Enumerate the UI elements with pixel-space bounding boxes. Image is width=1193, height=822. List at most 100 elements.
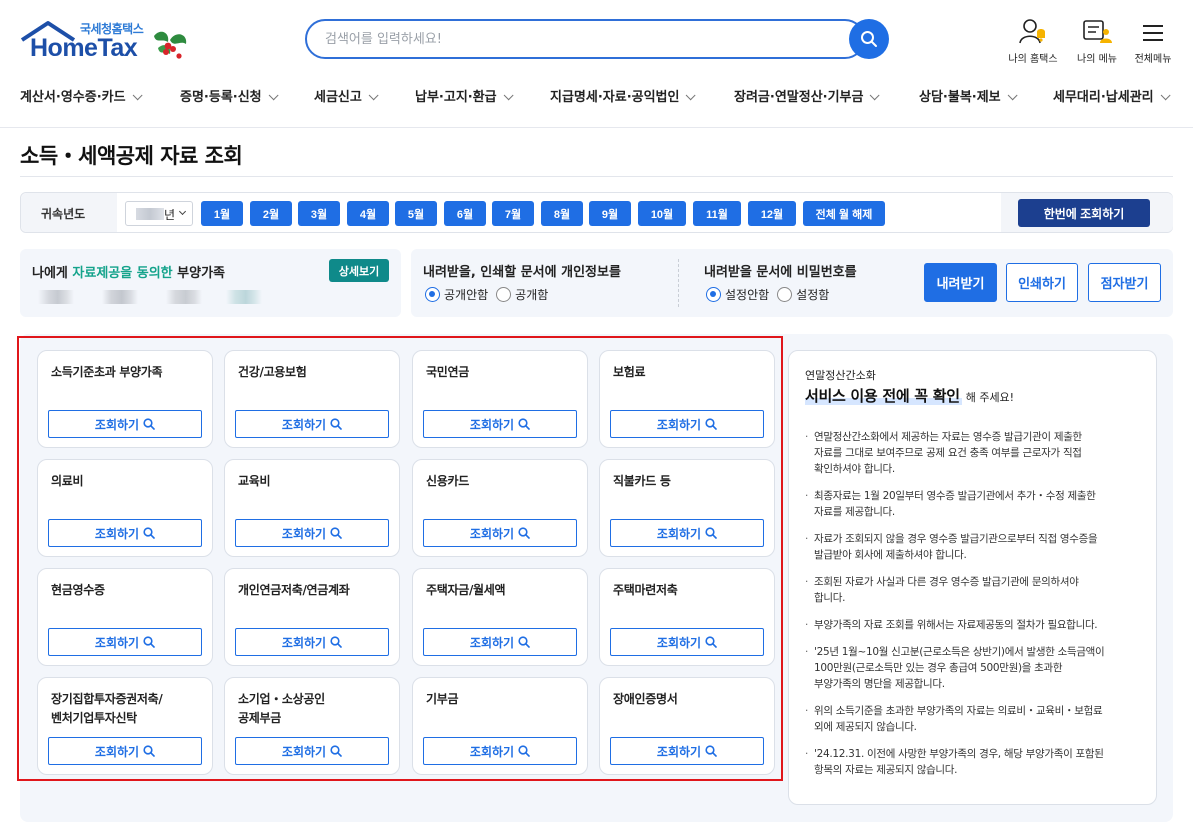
nav-item-label: 지급명세·자료·공익법인 [550, 90, 680, 105]
year-label: 귀속년도 [41, 207, 86, 221]
chevron-down-icon [1160, 90, 1171, 101]
month-button[interactable]: 11월 [693, 201, 741, 226]
chevron-down-icon [1007, 90, 1018, 101]
search-input[interactable] [325, 21, 845, 57]
nav-item-tax-filing[interactable]: 세금신고 [314, 86, 379, 105]
month-button[interactable]: 12월 [748, 201, 796, 226]
radio-password-off[interactable]: 설정안함 [706, 286, 769, 303]
month-button[interactable]: 5월 [395, 201, 437, 226]
radio-unselected[interactable] [496, 287, 512, 302]
download-button[interactable]: 내려받기 [924, 263, 997, 302]
radio-personal-hide[interactable]: 공개안함 [425, 286, 488, 303]
notice-list: 연말정산간소화에서 제공하는 자료는 영수증 발급기관이 제출한 자료를 그대로… [805, 429, 1145, 789]
nav-item-label: 상담·불복·제보 [919, 90, 1001, 105]
my-hometax-icon [1019, 19, 1045, 44]
clear-all-months-button[interactable]: 전체 월 해제 [803, 201, 885, 226]
radio-personal-show[interactable]: 공개함 [496, 286, 548, 303]
month-button[interactable]: 7월 [492, 201, 534, 226]
document-options-panel: 내려받을, 인쇄할 문서에 개인정보를 공개안함 공개함 내려받을 문서에 비밀… [411, 249, 1173, 317]
notice-subtitle: 연말정산간소화 [805, 369, 876, 382]
notice-item: '24.12.31. 이전에 사망한 부양가족의 경우, 해당 부양가족이 포함… [805, 746, 1145, 778]
notice-item: 최종자료는 1월 20일부터 영수증 발급기관에서 추가・수정 제출한 자료를 … [805, 488, 1145, 520]
notice-heading-tail: 해 주세요! [965, 391, 1015, 404]
chevron-down-icon [132, 90, 143, 101]
radio-selected[interactable] [425, 287, 440, 302]
personal-info-title: 내려받을, 인쇄할 문서에 개인정보를 [423, 265, 621, 280]
notice-panel: 연말정산간소화 서비스 이용 전에 꼭 확인해 주세요! 연말정산간소화에서 제… [788, 350, 1157, 805]
personal-info-radio-group: 공개안함 공개함 [425, 286, 556, 303]
masked-dependent[interactable] [226, 290, 262, 304]
full-menu-label: 전체메뉴 [1134, 54, 1172, 65]
dependents-title: 나에게 자료제공을 동의한 부양가족 [32, 266, 225, 281]
nav-item-year-end[interactable]: 장려금·연말정산·기부금 [734, 86, 881, 105]
radio-unselected[interactable] [777, 287, 793, 302]
month-button[interactable]: 9월 [589, 201, 631, 226]
detail-view-button[interactable]: 상세보기 [329, 259, 389, 282]
chevron-down-icon [686, 90, 697, 101]
my-hometax-label: 나의 홈택스 [1008, 54, 1058, 65]
nav-item-tax-agent[interactable]: 세무대리·납세관리 [1053, 86, 1171, 105]
masked-dependent[interactable] [102, 290, 138, 304]
notice-heading-main: 서비스 이용 전에 꼭 확인 [805, 387, 962, 405]
nav-item-label: 장려금·연말정산·기부금 [734, 90, 864, 105]
search-button[interactable] [849, 19, 889, 59]
consent-highlight: 자료제공을 동의한 [72, 266, 173, 281]
chevron-down-icon [503, 90, 514, 101]
braille-button[interactable]: 점자받기 [1088, 263, 1161, 302]
radio-selected[interactable] [706, 287, 721, 302]
nav-item-label: 증명·등록·신청 [180, 90, 262, 105]
chevron-down-icon [268, 90, 279, 101]
nav-item-invoice[interactable]: 계산서·영수증·카드 [20, 86, 143, 105]
chevron-down-icon [178, 207, 187, 216]
options-divider [678, 259, 679, 307]
chevron-down-icon [368, 90, 379, 101]
site-header: 국세청홈택스 HomeTax 검색어를 입력하세요! 나의 홈택스 나의 메뉴 … [0, 0, 1193, 128]
month-button[interactable]: 10월 [638, 201, 686, 226]
notice-item: '25년 1월~10월 신고분(근로소득은 상반기)에서 발생한 소득금액이 1… [805, 644, 1145, 692]
global-search [305, 19, 889, 59]
holly-decoration-icon [154, 31, 187, 59]
month-button[interactable]: 1월 [201, 201, 243, 226]
nav-item-label: 세금신고 [314, 90, 362, 105]
masked-year [136, 208, 164, 220]
notice-heading: 서비스 이용 전에 꼭 확인 해 주세요! [805, 385, 1014, 406]
radio-password-on[interactable]: 설정함 [777, 286, 829, 303]
masked-dependent[interactable] [38, 290, 74, 304]
search-box [305, 19, 865, 59]
chevron-down-icon [870, 90, 881, 101]
my-hometax-link[interactable]: 나의 홈택스 [1003, 16, 1063, 65]
nav-item-consult[interactable]: 상담·불복·제보 [919, 86, 1018, 105]
month-button[interactable]: 8월 [541, 201, 583, 226]
nav-item-certificate[interactable]: 증명·등록·신청 [180, 86, 279, 105]
highlight-frame [17, 336, 783, 781]
notice-item: 자료가 조회되지 않을 경우 영수증 발급기관으로부터 직접 영수증을 발급받아… [805, 531, 1145, 563]
notice-item: 위의 소득기준을 초과한 부양가족의 자료는 의료비・교육비・보험료 외에 제공… [805, 703, 1145, 735]
search-icon [861, 31, 877, 47]
nav-item-label: 계산서·영수증·카드 [20, 90, 126, 105]
title-divider [20, 176, 1173, 177]
hometax-logo[interactable]: 국세청홈택스 HomeTax [20, 18, 190, 68]
page-title: 소득・세액공제 자료 조회 [20, 144, 243, 168]
query-all-button[interactable]: 한번에 조회하기 [1018, 199, 1150, 227]
my-menu-link[interactable]: 나의 메뉴 [1067, 16, 1127, 65]
month-button[interactable]: 2월 [250, 201, 292, 226]
password-radio-group: 설정안함 설정함 [706, 286, 837, 303]
month-button[interactable]: 6월 [444, 201, 486, 226]
print-button[interactable]: 인쇄하기 [1006, 263, 1078, 302]
notice-item: 부양가족의 자료 조회를 위해서는 자료제공동의 절차가 필요합니다. [805, 617, 1145, 633]
month-filter-bar: 귀속년도 년 1월 2월 3월 4월 5월 6월 7월 8월 9월 10월 11… [20, 192, 1173, 233]
month-button[interactable]: 4월 [347, 201, 389, 226]
my-menu-icon [1083, 20, 1112, 43]
notice-item: 조회된 자료가 사실과 다른 경우 영수증 발급기관에 문의하셔야 합니다. [805, 574, 1145, 606]
notice-item: 연말정산간소화에서 제공하는 자료는 영수증 발급기관이 제출한 자료를 그대로… [805, 429, 1145, 477]
nav-item-label: 세무대리·납세관리 [1053, 90, 1154, 105]
nav-item-payment[interactable]: 납부·고지·환급 [415, 86, 514, 105]
year-suffix: 년 [164, 208, 176, 222]
nav-item-statements[interactable]: 지급명세·자료·공익법인 [550, 86, 697, 105]
hamburger-menu-icon [1143, 25, 1163, 41]
full-menu-link[interactable]: 전체메뉴 [1123, 16, 1183, 65]
main-navigation: 계산서·영수증·카드 증명·등록·신청 세금신고 납부·고지·환급 지급명세·자… [0, 86, 1193, 106]
masked-dependent[interactable] [166, 290, 202, 304]
year-select[interactable]: 년 [125, 201, 193, 226]
month-button[interactable]: 3월 [298, 201, 340, 226]
